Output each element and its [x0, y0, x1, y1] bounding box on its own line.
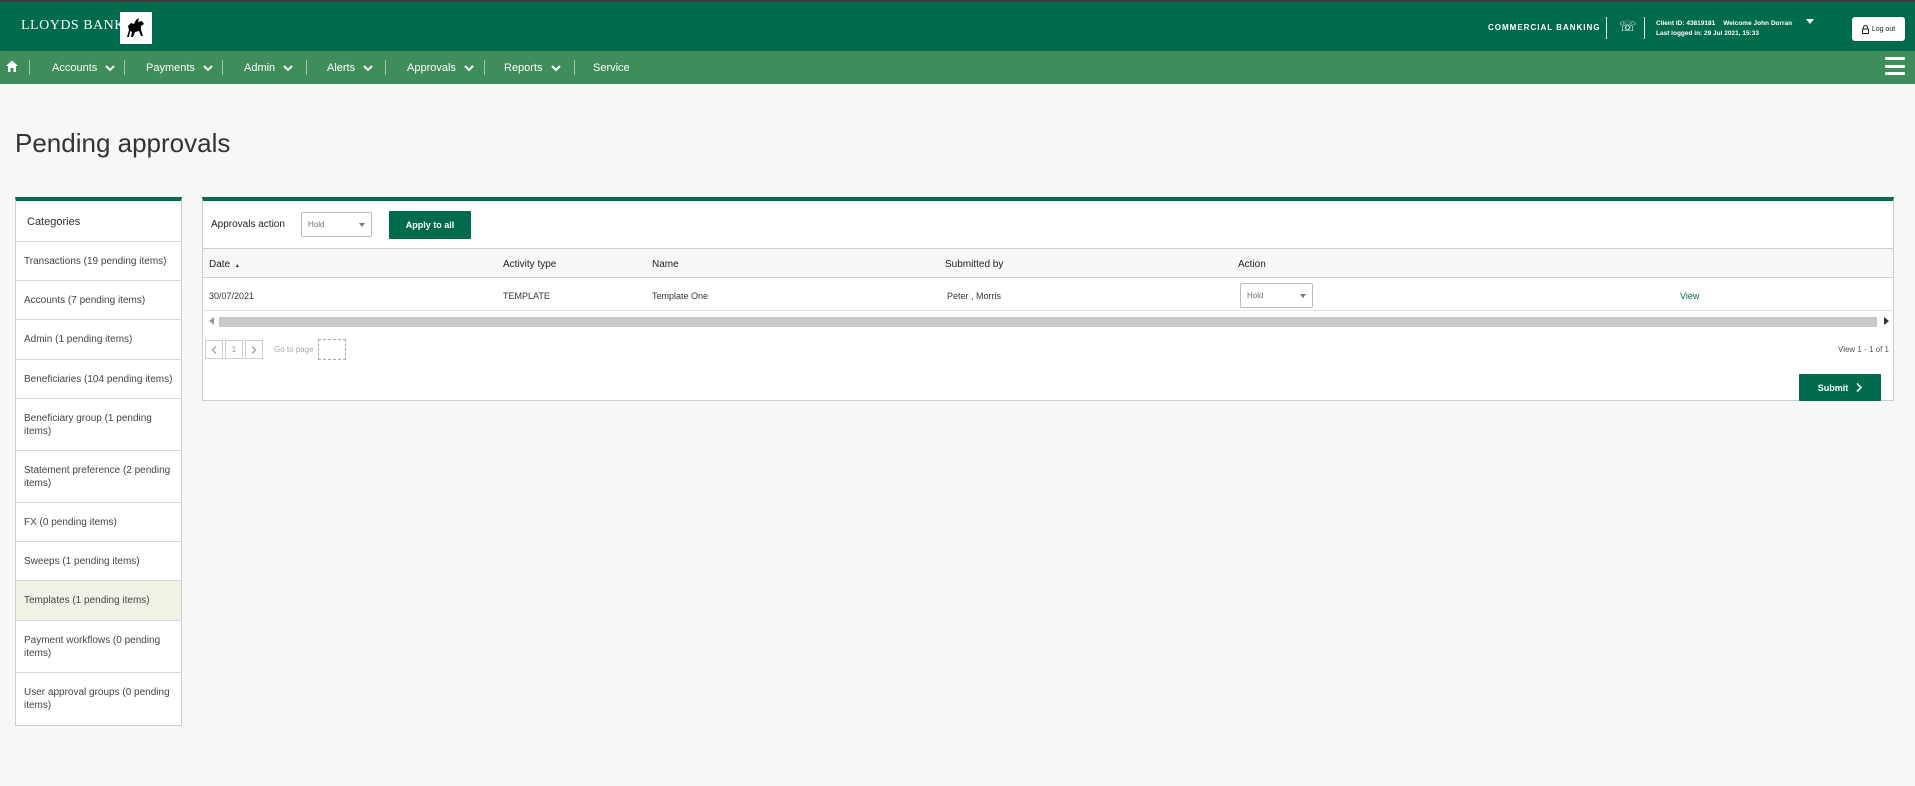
go-to-page-label: Go to page [274, 345, 314, 354]
chevron-right-icon [1856, 383, 1863, 392]
nav-accounts[interactable]: Accounts [52, 51, 115, 84]
nav-label: Approvals [407, 61, 456, 74]
chevron-down-icon [359, 223, 365, 227]
sort-ascending-icon: ▲ [234, 263, 240, 269]
hamburger-menu-icon[interactable] [1885, 57, 1905, 75]
category-beneficiary-group[interactable]: Beneficiary group (1 pending items) [16, 399, 181, 451]
next-page-button[interactable] [245, 340, 263, 359]
header-divider [1644, 17, 1645, 39]
category-statement-preference[interactable]: Statement preference (2 pending items) [16, 451, 181, 503]
row-name: Template One [652, 291, 709, 301]
column-header-submitted-by[interactable]: Submitted by [945, 259, 1003, 270]
nav-divider [124, 60, 125, 75]
nav-admin[interactable]: Admin [244, 51, 293, 84]
header-divider [1606, 17, 1607, 39]
nav-divider [306, 60, 307, 75]
logout-label: Log out [1871, 25, 1896, 33]
view-count: View 1 - 1 of 1 [1838, 345, 1889, 354]
chevron-down-icon [105, 64, 115, 71]
row-submitted-by: Peter , Morris [947, 291, 1002, 301]
chevron-down-icon [203, 64, 213, 71]
approvals-action-select[interactable]: Hold [301, 212, 372, 237]
nav-service[interactable]: Service [593, 51, 630, 84]
nav-payments[interactable]: Payments [146, 51, 213, 84]
approvals-panel: Approvals action Hold Apply to all Date … [202, 197, 1894, 401]
welcome-text: Welcome John Dorran [1723, 20, 1793, 27]
chevron-down-icon [1300, 294, 1306, 298]
go-to-page-input[interactable] [318, 339, 346, 360]
row-activity-type: TEMPLATE [503, 291, 550, 301]
horizontal-scrollbar[interactable] [203, 313, 1893, 329]
nav-divider [574, 60, 575, 75]
logout-button[interactable]: Log out [1852, 17, 1905, 41]
category-templates[interactable]: Templates (1 pending items) [16, 581, 181, 621]
last-logged-in: Last logged in: 29 Jul 2021, 15:33 [1656, 30, 1759, 37]
row-date: 30/07/2021 [209, 291, 255, 301]
nav-reports[interactable]: Reports [504, 51, 561, 84]
category-accounts[interactable]: Accounts (7 pending items) [16, 281, 181, 320]
client-info[interactable]: Client ID: 43819181 Welcome John Dorran L… [1656, 19, 1822, 39]
approvals-action-bar: Approvals action Hold Apply to all [203, 201, 1893, 245]
current-page: 1 [225, 340, 243, 359]
segment-label: COMMERCIAL BANKING [1488, 23, 1601, 32]
chevron-down-icon [550, 64, 561, 71]
select-value: Hold [1247, 291, 1264, 300]
lock-icon [1861, 24, 1869, 34]
chevron-down-icon [363, 64, 373, 71]
table-header: Date ▲ Activity type Name Submitted by A… [203, 248, 1893, 278]
approvals-action-label: Approvals action [211, 219, 285, 230]
column-label: Date [209, 259, 231, 270]
page-title: Pending approvals [15, 128, 231, 158]
nav-divider [385, 60, 386, 75]
chevron-left-icon [211, 345, 217, 354]
nav-label: Payments [146, 61, 195, 74]
brand-name: LLOYDS BANK [21, 18, 125, 33]
nav-divider [484, 60, 485, 75]
home-icon[interactable] [5, 59, 19, 78]
black-horse-logo [120, 12, 152, 44]
nav-divider [222, 60, 223, 75]
category-payment-workflows[interactable]: Payment workflows (0 pending items) [16, 621, 181, 673]
row-action-select[interactable]: Hold [1240, 283, 1313, 308]
column-header-date[interactable]: Date ▲ [209, 259, 240, 270]
nav-alerts[interactable]: Alerts [327, 51, 373, 84]
categories-heading: Categories [16, 201, 181, 242]
apply-to-all-button[interactable]: Apply to all [389, 211, 471, 239]
nav-label: Accounts [52, 61, 98, 74]
view-link[interactable]: View [1680, 291, 1699, 301]
category-user-approval-groups[interactable]: User approval groups (0 pending items) [16, 673, 181, 725]
nav-label: Admin [244, 61, 276, 74]
client-id: Client ID: 43819181 [1656, 20, 1716, 27]
submit-button[interactable]: Submit [1799, 374, 1881, 401]
submit-label: Submit [1817, 382, 1849, 393]
top-header: LLOYDS BANK COMMERCIAL BANKING ☏ Client … [0, 0, 1915, 51]
column-header-activity-type[interactable]: Activity type [503, 259, 556, 270]
column-header-name[interactable]: Name [652, 259, 679, 270]
previous-page-button[interactable] [205, 340, 223, 359]
nav-label: Alerts [327, 61, 356, 74]
nav-approvals[interactable]: Approvals [407, 51, 474, 84]
column-header-action: Action [1238, 259, 1266, 270]
table-row: 30/07/2021 TEMPLATE Template One Peter ,… [203, 279, 1893, 311]
nav-label: Service [593, 61, 630, 74]
scroll-left-icon[interactable] [209, 317, 214, 325]
nav-divider [29, 60, 30, 75]
select-value: Hold [308, 220, 325, 229]
categories-sidebar: Categories Transactions (19 pending item… [15, 197, 182, 726]
nav-label: Reports [504, 61, 543, 74]
phone-icon[interactable]: ☏ [1619, 18, 1637, 35]
category-transactions[interactable]: Transactions (19 pending items) [16, 242, 181, 281]
category-fx[interactable]: FX (0 pending items) [16, 503, 181, 542]
chevron-down-icon [283, 64, 293, 71]
scrollbar-thumb[interactable] [219, 317, 1877, 327]
main-nav: Accounts Payments Admin Alerts Approvals… [0, 51, 1915, 84]
chevron-right-icon [251, 345, 257, 354]
chevron-down-icon[interactable] [1806, 19, 1815, 24]
category-beneficiaries[interactable]: Beneficiaries (104 pending items) [16, 360, 181, 399]
chevron-down-icon [464, 64, 474, 71]
scroll-right-icon[interactable] [1884, 317, 1889, 325]
category-sweeps[interactable]: Sweeps (1 pending items) [16, 542, 181, 581]
category-admin[interactable]: Admin (1 pending items) [16, 320, 181, 360]
